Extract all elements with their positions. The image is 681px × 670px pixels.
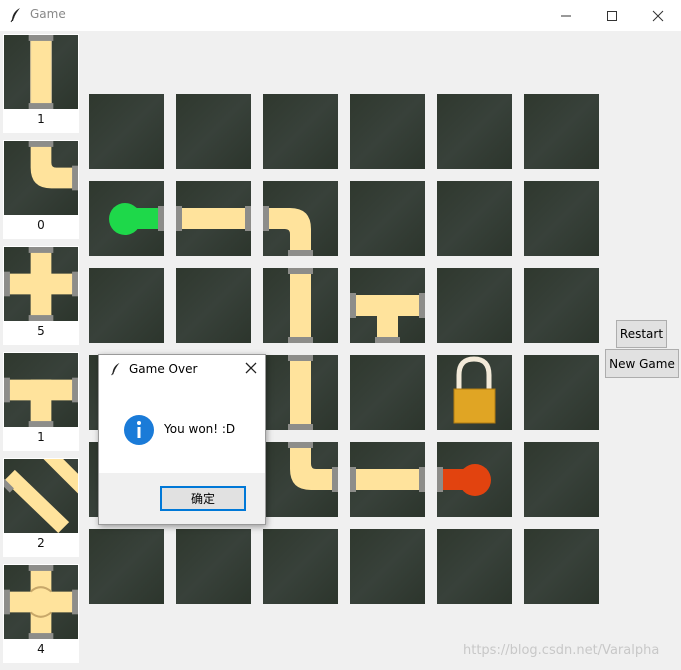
board-tile-empty[interactable] [437, 181, 512, 256]
cross-pipe-icon [4, 247, 78, 321]
close-icon[interactable] [243, 360, 259, 376]
palette-item-elbow[interactable]: 0 [3, 140, 79, 239]
board-tile-lock[interactable] [437, 355, 512, 430]
board-tile-empty[interactable] [89, 94, 164, 169]
board-tile-empty[interactable] [524, 355, 599, 430]
palette-count-diagonal: 2 [37, 536, 45, 550]
board-tile-empty[interactable] [176, 94, 251, 169]
board-tile-straight[interactable] [263, 355, 338, 430]
tee-pipe-icon [4, 353, 78, 427]
board-tile-straight[interactable] [176, 181, 251, 256]
palette-count-elbow: 0 [37, 218, 45, 232]
window-title: Game [30, 7, 66, 21]
maximize-icon [607, 10, 617, 21]
minimize-icon [561, 15, 571, 16]
board-tile-empty[interactable] [524, 529, 599, 604]
palette-item-crossover[interactable]: 4 [3, 564, 79, 663]
diagonal-pipe-icon [4, 459, 78, 533]
palette-count-straight: 1 [37, 112, 45, 126]
board-tile-empty[interactable] [350, 94, 425, 169]
board-tile-elbow[interactable] [263, 442, 338, 517]
crossover-pipe-icon [4, 565, 78, 639]
close-icon [652, 10, 664, 21]
board-tile-empty[interactable] [524, 268, 599, 343]
maximize-button[interactable] [589, 0, 635, 31]
info-icon [124, 415, 154, 445]
board-tile-empty[interactable] [524, 442, 599, 517]
palette-count-tee: 1 [37, 430, 45, 444]
board-tile-empty[interactable] [350, 355, 425, 430]
board-tile-end[interactable] [437, 442, 512, 517]
watermark: https://blog.csdn.net/Varalpha [463, 643, 660, 658]
palette-count-crossover: 4 [37, 642, 45, 656]
board-tile-tee[interactable] [350, 268, 425, 343]
board-tile-empty[interactable] [437, 268, 512, 343]
board-tile-empty[interactable] [263, 94, 338, 169]
palette-item-tee[interactable]: 1 [3, 352, 79, 451]
board-tile-empty[interactable] [350, 529, 425, 604]
feather-icon [111, 362, 120, 376]
dialog-message: You won! :D [164, 422, 236, 436]
board-tile-empty[interactable] [524, 181, 599, 256]
palette-item-diagonal[interactable]: 2 [3, 458, 79, 557]
board-tile-empty[interactable] [176, 268, 251, 343]
palette-count-cross: 5 [37, 324, 45, 338]
board-tile-empty[interactable] [437, 94, 512, 169]
dialog-footer: 确定 [99, 473, 265, 524]
feather-icon [10, 8, 20, 23]
close-button[interactable] [635, 0, 681, 31]
ok-button[interactable]: 确定 [160, 486, 246, 511]
game-over-dialog: Game Over You won! :D 确定 [98, 354, 266, 525]
dialog-title: Game Over [129, 362, 198, 376]
board-tile-empty[interactable] [263, 529, 338, 604]
restart-button[interactable]: Restart [616, 320, 667, 348]
elbow-pipe-icon [4, 141, 78, 215]
board-tile-empty[interactable] [176, 529, 251, 604]
title-bar: Game [0, 0, 681, 31]
palette-item-cross[interactable]: 5 [3, 246, 79, 345]
board-tile-elbow[interactable] [263, 181, 338, 256]
straight-pipe-icon [4, 35, 78, 109]
board-tile-empty[interactable] [524, 94, 599, 169]
palette-item-straight[interactable]: 1 [3, 34, 79, 133]
minimize-button[interactable] [543, 0, 589, 31]
board-tile-empty[interactable] [89, 268, 164, 343]
board-tile-straight[interactable] [263, 268, 338, 343]
new-game-button[interactable]: New Game [605, 349, 679, 378]
board-tile-empty[interactable] [350, 181, 425, 256]
board-tile-empty[interactable] [89, 529, 164, 604]
board-tile-start[interactable] [89, 181, 164, 256]
board-tile-straight[interactable] [350, 442, 425, 517]
board-tile-empty[interactable] [437, 529, 512, 604]
